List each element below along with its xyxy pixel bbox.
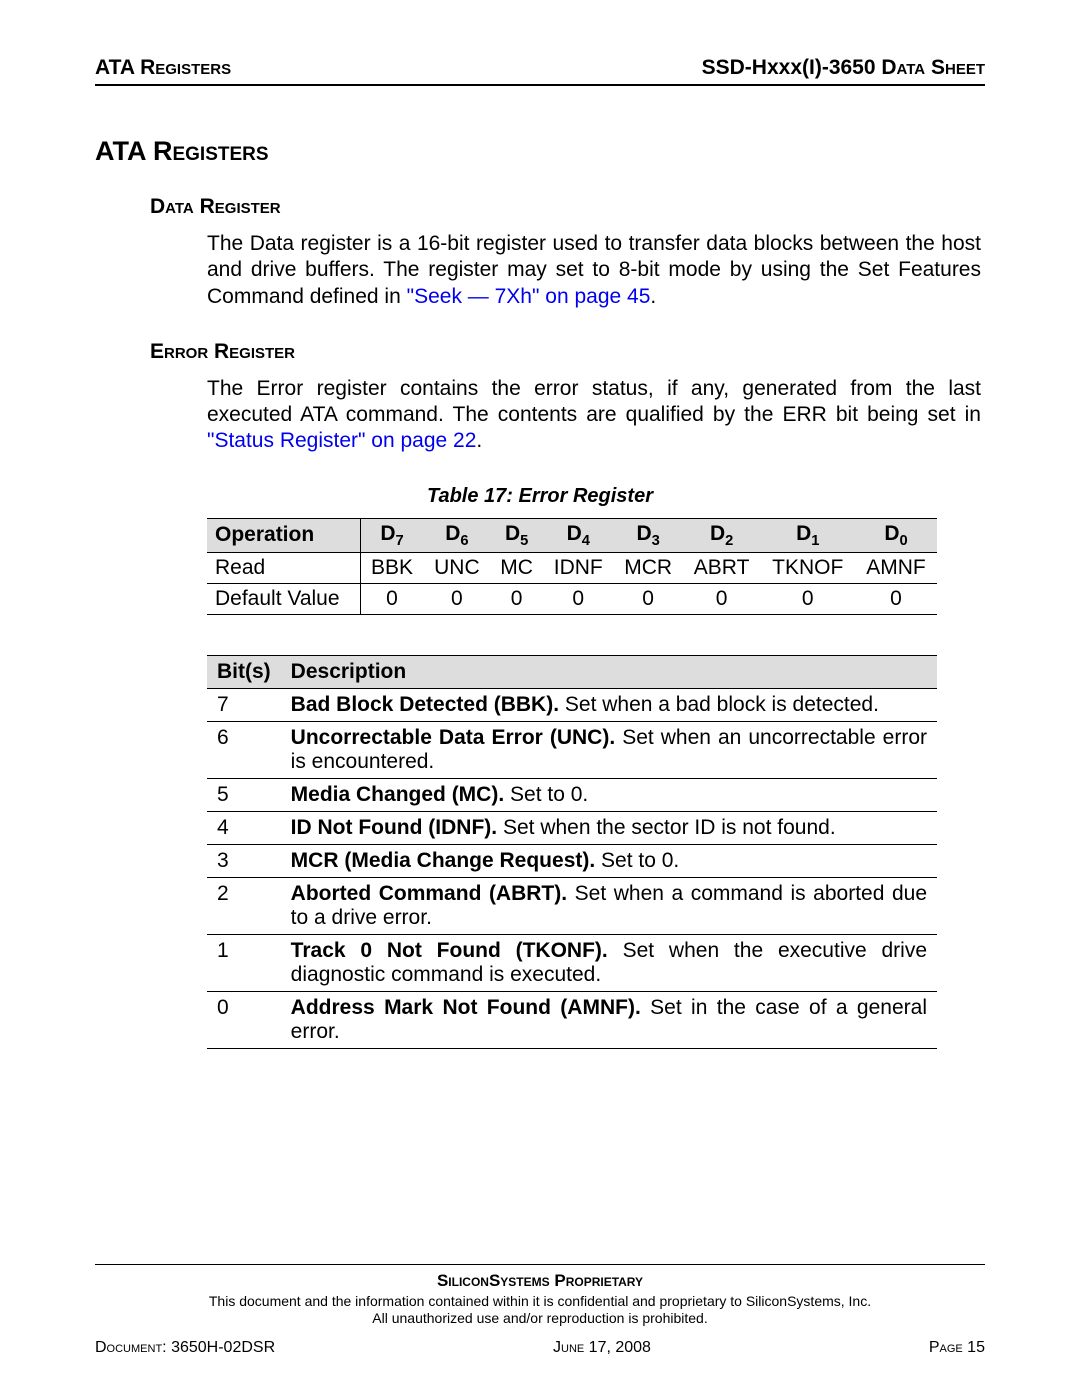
desc-th-bits: Bit(s) <box>207 655 281 688</box>
footer-page: Page 15 <box>929 1339 985 1357</box>
table-row: 4ID Not Found (IDNF). Set when the secto… <box>207 811 937 844</box>
desc-cell: Address Mark Not Found (AMNF). Set in th… <box>281 991 937 1048</box>
table-cell: BBK <box>360 552 424 583</box>
table-row: 6Uncorrectable Data Error (UNC). Set whe… <box>207 721 937 778</box>
footer-confidential: This document and the information contai… <box>95 1293 985 1327</box>
header-divider <box>95 84 985 86</box>
table-cell: Read <box>207 552 360 583</box>
table-cell: MC <box>490 552 543 583</box>
desc-cell: Bad Block Detected (BBK). Set when a bad… <box>281 688 937 721</box>
footer-bottom-row: Document: 3650H-02DSR June 17, 2008 Page… <box>95 1339 985 1357</box>
bit-cell: 1 <box>207 934 281 991</box>
section-error-register-text: The Error register contains the error st… <box>207 376 981 455</box>
table17-th-d1: D1 <box>760 518 855 552</box>
table17-th-d2: D2 <box>683 518 761 552</box>
table-cell: 0 <box>424 583 491 614</box>
page-title: ATA Registers <box>95 136 985 167</box>
table-cell: 0 <box>760 583 855 614</box>
footer-document: Document: 3650H-02DSR <box>95 1339 275 1357</box>
table-cell: IDNF <box>543 552 614 583</box>
bit-cell: 7 <box>207 688 281 721</box>
header-left: ATA Registers <box>95 56 231 80</box>
header-right: SSD-Hxxx(I)-3650 Data Sheet <box>702 56 985 80</box>
table-cell: UNC <box>424 552 491 583</box>
table-cell: 0 <box>360 583 424 614</box>
desc-header-row: Bit(s) Description <box>207 655 937 688</box>
footer-date: June 17, 2008 <box>553 1339 651 1357</box>
table-cell: TKNOF <box>760 552 855 583</box>
table17-th-d7: D7 <box>360 518 424 552</box>
table-cell: Default Value <box>207 583 360 614</box>
table-row: 7Bad Block Detected (BBK). Set when a ba… <box>207 688 937 721</box>
table-row: Default Value00000000 <box>207 583 937 614</box>
table17-th-d0: D0 <box>855 518 937 552</box>
page-footer: SiliconSystems Proprietary This document… <box>95 1264 985 1357</box>
table-cell: 0 <box>683 583 761 614</box>
link-seek-7xh[interactable]: "Seek — 7Xh" on page 45 <box>407 285 651 308</box>
desc-cell: Uncorrectable Data Error (UNC). Set when… <box>281 721 937 778</box>
bit-cell: 5 <box>207 778 281 811</box>
table17-th-d3: D3 <box>614 518 683 552</box>
bit-cell: 3 <box>207 844 281 877</box>
table17: Operation D7 D6 D5 D4 D3 D2 D1 D0 ReadBB… <box>207 518 937 615</box>
table17-header-row: Operation D7 D6 D5 D4 D3 D2 D1 D0 <box>207 518 937 552</box>
table17-caption: Table 17: Error Register <box>95 485 985 508</box>
table-row: 0Address Mark Not Found (AMNF). Set in t… <box>207 991 937 1048</box>
table-cell: 0 <box>614 583 683 614</box>
table-row: 2Aborted Command (ABRT). Set when a comm… <box>207 877 937 934</box>
table-row: 5Media Changed (MC). Set to 0. <box>207 778 937 811</box>
footer-proprietary: SiliconSystems Proprietary <box>95 1271 985 1291</box>
table-cell: MCR <box>614 552 683 583</box>
desc-cell: Media Changed (MC). Set to 0. <box>281 778 937 811</box>
desc-cell: Track 0 Not Found (TKONF). Set when the … <box>281 934 937 991</box>
section-data-register-heading: Data Register <box>150 195 985 219</box>
table-row: 1Track 0 Not Found (TKONF). Set when the… <box>207 934 937 991</box>
desc-cell: ID Not Found (IDNF). Set when the sector… <box>281 811 937 844</box>
link-status-register[interactable]: "Status Register" on page 22 <box>207 429 476 452</box>
table-row: ReadBBKUNCMCIDNFMCRABRTTKNOFAMNF <box>207 552 937 583</box>
table-cell: 0 <box>543 583 614 614</box>
bit-description-table: Bit(s) Description 7Bad Block Detected (… <box>207 655 937 1049</box>
desc-th-desc: Description <box>281 655 937 688</box>
section-data-register-text: The Data register is a 16-bit register u… <box>207 231 981 310</box>
table-cell: ABRT <box>683 552 761 583</box>
table17-th-d4: D4 <box>543 518 614 552</box>
bit-cell: 2 <box>207 877 281 934</box>
table17-th-operation: Operation <box>207 518 360 552</box>
desc-cell: Aborted Command (ABRT). Set when a comma… <box>281 877 937 934</box>
section-error-register-heading: Error Register <box>150 340 985 364</box>
table17-th-d6: D6 <box>424 518 491 552</box>
desc-cell: MCR (Media Change Request). Set to 0. <box>281 844 937 877</box>
table17-th-d5: D5 <box>490 518 543 552</box>
bit-cell: 4 <box>207 811 281 844</box>
table-cell: AMNF <box>855 552 937 583</box>
bit-cell: 6 <box>207 721 281 778</box>
table-cell: 0 <box>855 583 937 614</box>
table-cell: 0 <box>490 583 543 614</box>
table-row: 3MCR (Media Change Request). Set to 0. <box>207 844 937 877</box>
bit-cell: 0 <box>207 991 281 1048</box>
footer-divider <box>95 1264 985 1265</box>
page-header: ATA Registers SSD-Hxxx(I)-3650 Data Shee… <box>95 56 985 80</box>
